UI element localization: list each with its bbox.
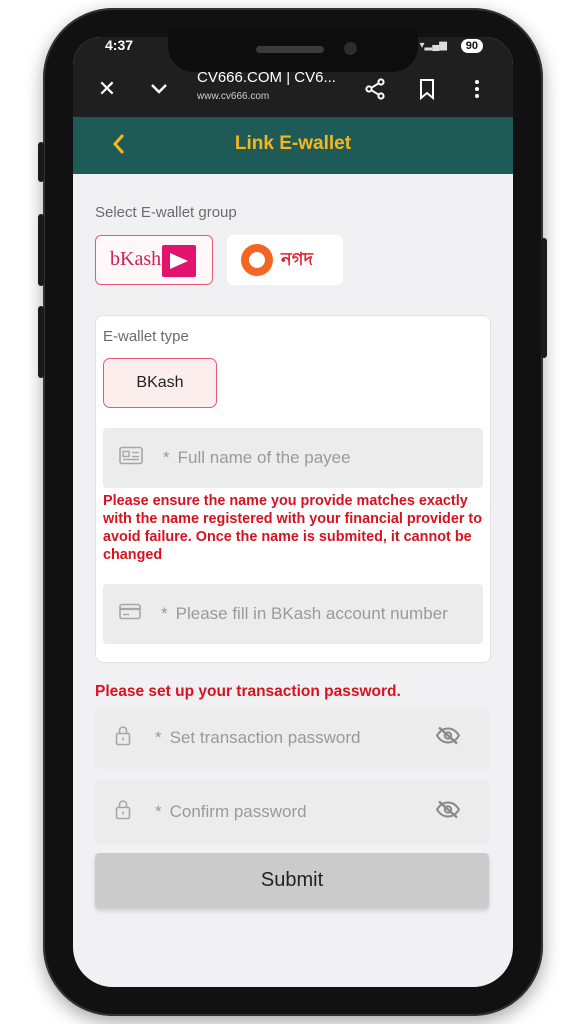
required-asterisk: * — [155, 802, 162, 821]
front-camera — [344, 42, 357, 55]
phone-volume-down-button — [38, 306, 44, 378]
wallet-group-label: Select E-wallet group — [95, 204, 237, 221]
id-card-icon — [119, 446, 143, 470]
browser-toolbar: ✕ CV666.COM | CV6... www.cv666.com — [73, 65, 513, 117]
transaction-password-field[interactable]: * Set transaction password — [95, 707, 489, 769]
submit-button[interactable]: Submit — [95, 853, 489, 908]
lock-icon — [115, 800, 131, 825]
bkash-logo-text: bKash — [110, 248, 162, 270]
required-asterisk: * — [155, 728, 162, 747]
wallet-type-bkash-chip[interactable]: BKash — [103, 358, 217, 408]
battery-indicator: 90 — [460, 39, 483, 53]
required-asterisk: * — [161, 604, 168, 623]
password-notice-text: Please set up your transaction password. — [95, 683, 401, 700]
nagad-logo-icon — [241, 244, 273, 276]
wallet-details-panel: E-wallet type BKash * Full name of the pa… — [95, 315, 491, 663]
phone-side-button — [38, 142, 44, 182]
confirm-password-field[interactable]: * Confirm password — [95, 781, 489, 843]
earpiece-speaker — [256, 46, 324, 53]
app-header: Link E-wallet — [73, 117, 513, 174]
confirm-password-placeholder: Confirm password — [169, 802, 307, 821]
page-title: Link E-wallet — [234, 133, 352, 154]
phone-notch — [168, 30, 418, 72]
wallet-type-label: E-wallet type — [103, 328, 189, 345]
account-number-field[interactable]: * Please fill in BKash account number — [103, 584, 483, 644]
phone-screen: 4:37 ▾▂▄▆ 90 ✕ CV666.COM | CV6... www.cv… — [73, 37, 513, 987]
share-icon[interactable] — [363, 77, 387, 101]
transaction-password-placeholder: Set transaction password — [169, 728, 361, 747]
phone-volume-up-button — [38, 214, 44, 286]
wallet-group-bkash[interactable]: bKash — [95, 235, 213, 285]
eye-off-icon[interactable] — [435, 800, 461, 825]
more-options-icon[interactable] — [465, 77, 489, 101]
card-icon — [119, 603, 141, 625]
payee-name-field[interactable]: * Full name of the payee — [103, 428, 483, 488]
bkash-logo-icon — [162, 245, 196, 277]
payee-name-placeholder: Full name of the payee — [177, 448, 351, 467]
required-asterisk: * — [163, 448, 170, 467]
nagad-logo-text: নগদ — [281, 249, 313, 269]
signal-icon: ▾▂▄▆ — [419, 40, 448, 51]
account-number-placeholder: Please fill in BKash account number — [175, 604, 448, 623]
wallet-group-nagad[interactable]: নগদ — [227, 235, 343, 285]
close-icon[interactable]: ✕ — [95, 77, 119, 101]
browser-url[interactable]: www.cv666.com — [197, 91, 269, 102]
lock-icon — [115, 726, 131, 751]
chevron-down-icon[interactable] — [147, 77, 171, 101]
eye-off-icon[interactable] — [435, 726, 461, 751]
name-warning-text: Please ensure the name you provide match… — [103, 493, 483, 563]
status-time: 4:37 — [105, 37, 134, 53]
bookmark-icon[interactable] — [415, 77, 439, 101]
phone-power-button — [541, 238, 547, 358]
